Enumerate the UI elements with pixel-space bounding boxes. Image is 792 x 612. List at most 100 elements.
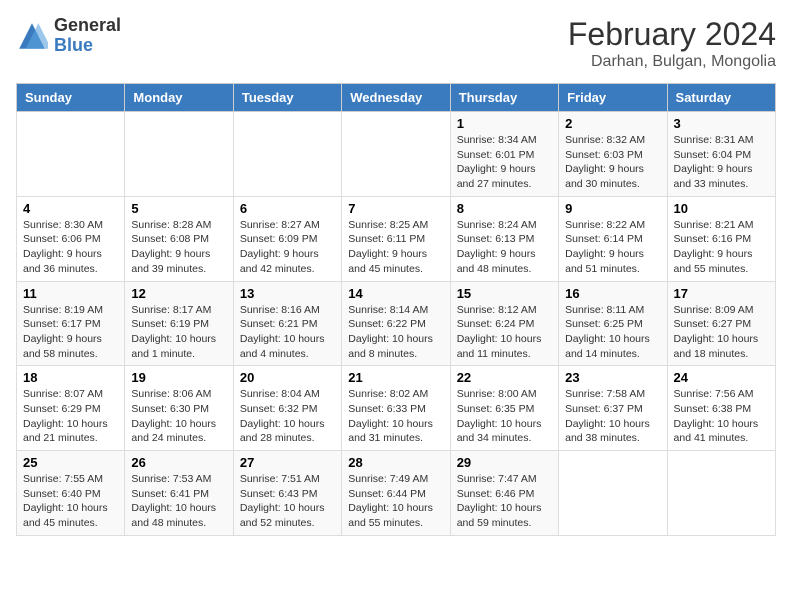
day-number: 8 (457, 201, 552, 216)
calendar-cell: 28 Sunrise: 7:49 AM Sunset: 6:44 PM Dayli… (342, 451, 450, 536)
day-info: Sunrise: 7:53 AM Sunset: 6:41 PM Dayligh… (131, 472, 226, 531)
calendar-cell: 17 Sunrise: 8:09 AM Sunset: 6:27 PM Dayli… (667, 281, 775, 366)
day-number: 10 (674, 201, 769, 216)
header-day: Wednesday (342, 84, 450, 112)
calendar-cell: 20 Sunrise: 8:04 AM Sunset: 6:32 PM Dayli… (233, 366, 341, 451)
day-info: Sunrise: 8:34 AM Sunset: 6:01 PM Dayligh… (457, 133, 552, 192)
subtitle: Darhan, Bulgan, Mongolia (568, 53, 776, 71)
day-number: 20 (240, 370, 335, 385)
logo-general: General (54, 16, 121, 36)
day-info: Sunrise: 8:27 AM Sunset: 6:09 PM Dayligh… (240, 218, 335, 277)
calendar-cell: 10 Sunrise: 8:21 AM Sunset: 6:16 PM Dayli… (667, 196, 775, 281)
day-info: Sunrise: 7:47 AM Sunset: 6:46 PM Dayligh… (457, 472, 552, 531)
day-number: 9 (565, 201, 660, 216)
day-number: 1 (457, 116, 552, 131)
day-number: 26 (131, 455, 226, 470)
day-info: Sunrise: 7:55 AM Sunset: 6:40 PM Dayligh… (23, 472, 118, 531)
day-number: 5 (131, 201, 226, 216)
calendar-cell: 24Sunrise: 7:56 AM Sunset: 6:38 PM Dayli… (667, 366, 775, 451)
header-day: Friday (559, 84, 667, 112)
week-row: 4Sunrise: 8:30 AM Sunset: 6:06 PM Daylig… (17, 196, 776, 281)
logo: General Blue (16, 16, 121, 56)
day-number: 12 (131, 286, 226, 301)
day-number: 28 (348, 455, 443, 470)
week-row: 11 Sunrise: 8:19 AM Sunset: 6:17 PM Dayli… (17, 281, 776, 366)
day-info: Sunrise: 7:51 AM Sunset: 6:43 PM Dayligh… (240, 472, 335, 531)
title-area: February 2024 Darhan, Bulgan, Mongolia (568, 16, 776, 71)
calendar-table: SundayMondayTuesdayWednesdayThursdayFrid… (16, 83, 776, 536)
calendar-cell: 9 Sunrise: 8:22 AM Sunset: 6:14 PM Daylig… (559, 196, 667, 281)
day-info: Sunrise: 8:04 AM Sunset: 6:32 PM Dayligh… (240, 387, 335, 446)
day-info: Sunrise: 8:16 AM Sunset: 6:21 PM Dayligh… (240, 303, 335, 362)
day-info: Sunrise: 8:22 AM Sunset: 6:14 PM Dayligh… (565, 218, 660, 277)
day-number: 13 (240, 286, 335, 301)
calendar-cell: 6 Sunrise: 8:27 AM Sunset: 6:09 PM Daylig… (233, 196, 341, 281)
calendar-cell: 13 Sunrise: 8:16 AM Sunset: 6:21 PM Dayli… (233, 281, 341, 366)
calendar-cell (667, 451, 775, 536)
day-number: 27 (240, 455, 335, 470)
day-info: Sunrise: 8:00 AM Sunset: 6:35 PM Dayligh… (457, 387, 552, 446)
day-info: Sunrise: 8:11 AM Sunset: 6:25 PM Dayligh… (565, 303, 660, 362)
calendar-cell: 19 Sunrise: 8:06 AM Sunset: 6:30 PM Dayli… (125, 366, 233, 451)
header-day: Saturday (667, 84, 775, 112)
calendar-cell (233, 112, 341, 197)
calendar-cell: 8 Sunrise: 8:24 AM Sunset: 6:13 PM Daylig… (450, 196, 558, 281)
calendar-cell (559, 451, 667, 536)
day-info: Sunrise: 8:21 AM Sunset: 6:16 PM Dayligh… (674, 218, 769, 277)
calendar-cell: 21Sunrise: 8:02 AM Sunset: 6:33 PM Dayli… (342, 366, 450, 451)
day-number: 7 (348, 201, 443, 216)
calendar-cell: 14Sunrise: 8:14 AM Sunset: 6:22 PM Dayli… (342, 281, 450, 366)
day-info: Sunrise: 7:56 AM Sunset: 6:38 PM Dayligh… (674, 387, 769, 446)
calendar-cell: 2 Sunrise: 8:32 AM Sunset: 6:03 PM Daylig… (559, 112, 667, 197)
day-info: Sunrise: 7:58 AM Sunset: 6:37 PM Dayligh… (565, 387, 660, 446)
calendar-cell: 5 Sunrise: 8:28 AM Sunset: 6:08 PM Daylig… (125, 196, 233, 281)
day-number: 3 (674, 116, 769, 131)
day-number: 16 (565, 286, 660, 301)
calendar-cell: 7 Sunrise: 8:25 AM Sunset: 6:11 PM Daylig… (342, 196, 450, 281)
day-info: Sunrise: 8:07 AM Sunset: 6:29 PM Dayligh… (23, 387, 118, 446)
day-number: 29 (457, 455, 552, 470)
header-day: Thursday (450, 84, 558, 112)
day-info: Sunrise: 8:06 AM Sunset: 6:30 PM Dayligh… (131, 387, 226, 446)
logo-blue: Blue (54, 36, 121, 56)
header-day: Tuesday (233, 84, 341, 112)
week-row: 18Sunrise: 8:07 AM Sunset: 6:29 PM Dayli… (17, 366, 776, 451)
header-day: Monday (125, 84, 233, 112)
day-number: 22 (457, 370, 552, 385)
calendar-cell: 22 Sunrise: 8:00 AM Sunset: 6:35 PM Dayli… (450, 366, 558, 451)
calendar-cell: 3Sunrise: 8:31 AM Sunset: 6:04 PM Daylig… (667, 112, 775, 197)
day-info: Sunrise: 8:24 AM Sunset: 6:13 PM Dayligh… (457, 218, 552, 277)
day-info: Sunrise: 8:12 AM Sunset: 6:24 PM Dayligh… (457, 303, 552, 362)
calendar-cell: 15 Sunrise: 8:12 AM Sunset: 6:24 PM Dayli… (450, 281, 558, 366)
calendar-cell: 26 Sunrise: 7:53 AM Sunset: 6:41 PM Dayli… (125, 451, 233, 536)
calendar-cell: 25 Sunrise: 7:55 AM Sunset: 6:40 PM Dayli… (17, 451, 125, 536)
day-info: Sunrise: 8:28 AM Sunset: 6:08 PM Dayligh… (131, 218, 226, 277)
week-row: 1 Sunrise: 8:34 AM Sunset: 6:01 PM Daylig… (17, 112, 776, 197)
day-info: Sunrise: 8:19 AM Sunset: 6:17 PM Dayligh… (23, 303, 118, 362)
day-number: 21 (348, 370, 443, 385)
calendar-cell: 29 Sunrise: 7:47 AM Sunset: 6:46 PM Dayli… (450, 451, 558, 536)
day-number: 11 (23, 286, 118, 301)
day-number: 19 (131, 370, 226, 385)
header: General Blue February 2024 Darhan, Bulga… (16, 16, 776, 71)
day-info: Sunrise: 8:32 AM Sunset: 6:03 PM Dayligh… (565, 133, 660, 192)
day-info: Sunrise: 8:17 AM Sunset: 6:19 PM Dayligh… (131, 303, 226, 362)
day-number: 15 (457, 286, 552, 301)
day-number: 14 (348, 286, 443, 301)
calendar-cell: 11 Sunrise: 8:19 AM Sunset: 6:17 PM Dayli… (17, 281, 125, 366)
day-info: Sunrise: 8:09 AM Sunset: 6:27 PM Dayligh… (674, 303, 769, 362)
day-number: 17 (674, 286, 769, 301)
day-info: Sunrise: 8:25 AM Sunset: 6:11 PM Dayligh… (348, 218, 443, 277)
day-info: Sunrise: 7:49 AM Sunset: 6:44 PM Dayligh… (348, 472, 443, 531)
calendar-cell: 16 Sunrise: 8:11 AM Sunset: 6:25 PM Dayli… (559, 281, 667, 366)
day-number: 23 (565, 370, 660, 385)
day-number: 4 (23, 201, 118, 216)
header-day: Sunday (17, 84, 125, 112)
day-number: 25 (23, 455, 118, 470)
logo-text: General Blue (54, 16, 121, 56)
calendar-cell: 4Sunrise: 8:30 AM Sunset: 6:06 PM Daylig… (17, 196, 125, 281)
calendar-cell (125, 112, 233, 197)
day-number: 6 (240, 201, 335, 216)
main-title: February 2024 (568, 16, 776, 53)
day-number: 2 (565, 116, 660, 131)
